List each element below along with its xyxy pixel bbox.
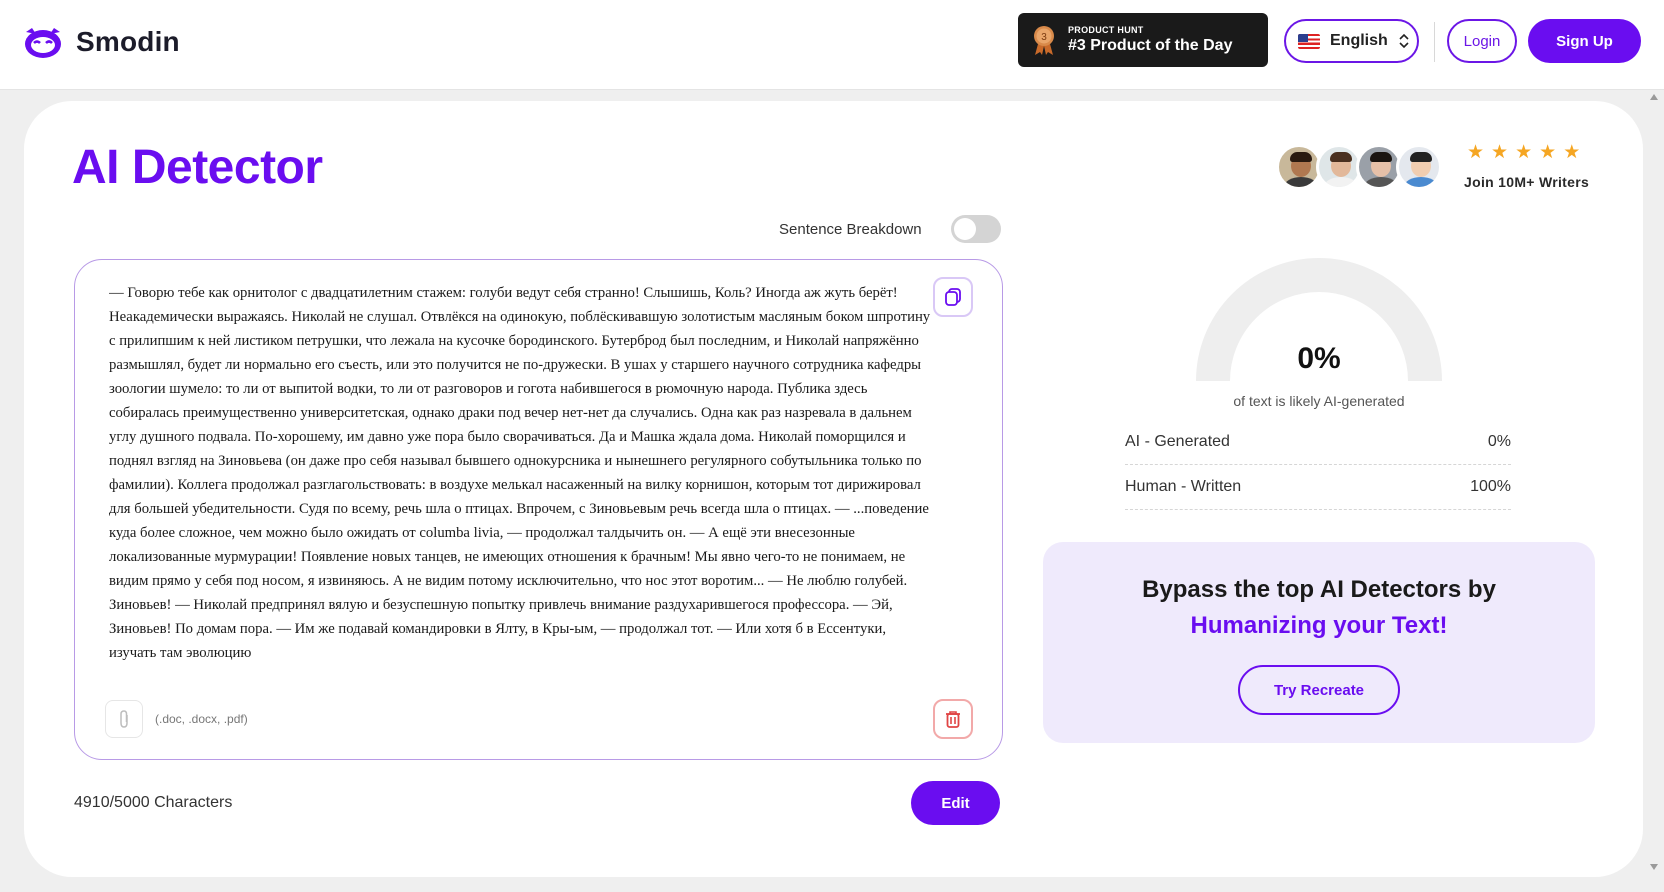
header-divider (1434, 22, 1435, 62)
character-count: 4910/5000 Characters (74, 794, 233, 811)
language-label: English (1330, 32, 1388, 49)
copy-icon (945, 288, 961, 306)
trash-icon (946, 711, 960, 728)
rating-stars: ★ ★ ★ ★ ★ (1467, 143, 1580, 163)
join-writers-text: Join 10M+ Writers (1464, 174, 1590, 190)
paperclip-icon (120, 710, 128, 728)
gauge-caption: of text is likely AI-generated (1233, 393, 1405, 409)
smodin-logo[interactable]: Smodin (22, 24, 180, 60)
smodin-robot-logo-icon (25, 28, 61, 58)
chevron-up-down-icon (1399, 33, 1409, 49)
copy-button[interactable] (933, 277, 973, 317)
star-icon: ★ (1563, 142, 1581, 163)
sentence-breakdown-toggle[interactable] (951, 215, 1001, 243)
avatar (1396, 144, 1442, 190)
language-selector[interactable]: English (1284, 19, 1419, 63)
brand-name: Smodin (76, 26, 180, 57)
signup-button[interactable]: Sign Up (1528, 19, 1641, 63)
page-title: AI Detector (72, 141, 323, 194)
product-hunt-badge[interactable]: 3 PRODUCT HUNT #3 Product of the Day (1018, 13, 1268, 67)
star-icon: ★ (1491, 142, 1509, 163)
try-recreate-button[interactable]: Try Recreate (1238, 665, 1400, 715)
text-input[interactable]: — Говорю тебе как орнитолог с двадцатиле… (109, 281, 936, 676)
result-label: Human - Written (1125, 478, 1242, 495)
star-icon: ★ (1539, 142, 1557, 163)
promo-highlight: Humanizing your Text! (1190, 612, 1448, 639)
product-hunt-text: PRODUCT HUNT #3 Product of the Day (1068, 25, 1232, 55)
result-value: 0% (1487, 433, 1511, 450)
file-types-hint: (.doc, .docx, .pdf) (155, 712, 248, 726)
result-label: AI - Generated (1125, 433, 1230, 450)
star-icon: ★ (1467, 142, 1485, 163)
result-value: 100% (1470, 478, 1511, 495)
ai-percent-value: 0% (1297, 342, 1341, 375)
promo-heading: Bypass the top AI Detectors by (1142, 576, 1496, 603)
product-hunt-label: PRODUCT HUNT (1068, 25, 1144, 35)
humanize-promo-panel: Bypass the top AI Detectors by Humanizin… (1043, 542, 1595, 743)
result-row-ai: AI - Generated 0% (1125, 420, 1511, 465)
star-icon: ★ (1515, 142, 1533, 163)
attach-file-button[interactable] (105, 700, 143, 738)
login-button[interactable]: Login (1447, 19, 1517, 63)
medal-number: 3 (1041, 32, 1047, 43)
edit-button[interactable]: Edit (911, 781, 1000, 825)
sentence-breakdown-label: Sentence Breakdown (779, 221, 922, 238)
top-navbar: Smodin 3 PRODUCT HUNT #3 Product of the … (0, 0, 1664, 90)
clear-text-button[interactable] (933, 699, 973, 739)
writer-avatars (1276, 144, 1442, 190)
text-input-panel: — Говорю тебе как орнитолог с двадцатиле… (74, 259, 1003, 760)
medal-icon: 3 (1034, 26, 1054, 55)
us-flag-icon (1298, 33, 1320, 49)
product-of-day-label: #3 Product of the Day (1068, 37, 1233, 54)
result-row-human: Human - Written 100% (1125, 465, 1511, 510)
toggle-knob (954, 218, 976, 240)
page-scrollbar[interactable] (1648, 92, 1660, 872)
